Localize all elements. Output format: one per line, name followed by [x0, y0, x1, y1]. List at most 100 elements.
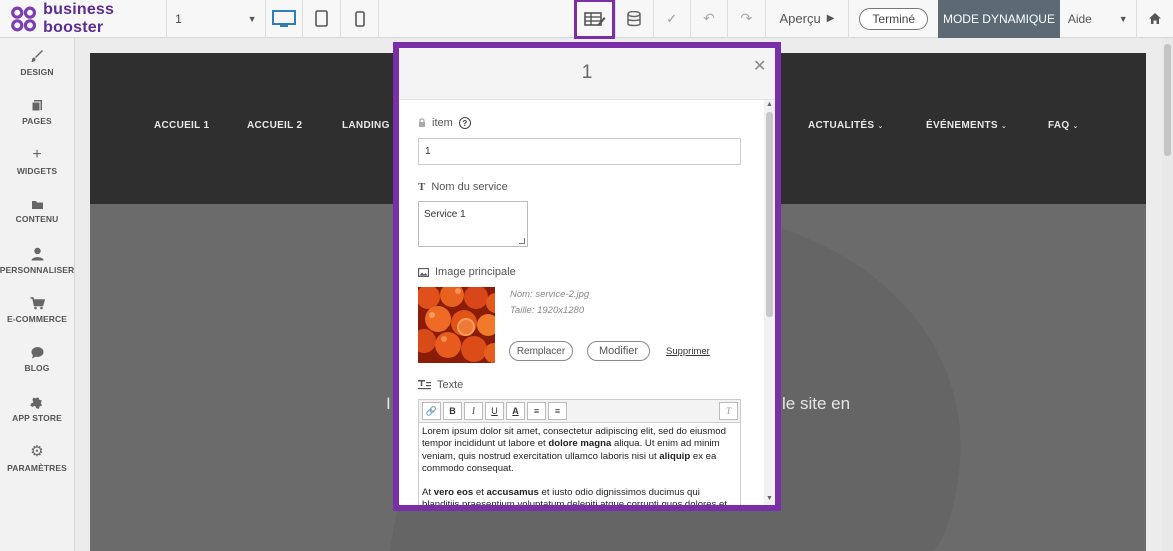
edit-collection-button[interactable] — [573, 0, 616, 39]
puzzle-icon — [30, 397, 42, 410]
close-icon[interactable]: ✕ — [753, 56, 766, 76]
link-button[interactable]: 🔗 — [422, 402, 441, 420]
bold-button[interactable]: B — [443, 402, 462, 420]
image-thumbnail — [418, 287, 495, 363]
sidebar-item-parametres[interactable]: ⚙ PARAMÈTRES — [0, 434, 74, 484]
help-label: Aide — [1067, 11, 1092, 26]
text-label: Texte — [437, 379, 464, 391]
page-select[interactable]: 1 ▼ — [167, 0, 266, 38]
nav-label: FAQ — [1048, 120, 1070, 131]
redo-button[interactable]: ↷ — [727, 0, 764, 38]
item-label: item — [432, 117, 453, 129]
item-field-label: item ? — [418, 117, 471, 129]
text-type-icon: T — [418, 181, 426, 193]
check-icon: ✓ — [666, 10, 678, 26]
home-button[interactable] — [1137, 0, 1173, 38]
service-label: Nom du service — [431, 181, 508, 193]
desktop-view-button[interactable] — [266, 0, 303, 38]
user-icon — [31, 247, 43, 261]
modal-header: 1 ✕ — [399, 48, 775, 100]
editor-toolbar: 🔗 B I U A ≡ ≡ T — [418, 399, 741, 423]
item-input[interactable]: 1 — [418, 138, 741, 165]
database-button[interactable] — [615, 0, 652, 38]
help-dropdown[interactable]: Aide ▼ — [1060, 0, 1137, 38]
resize-grip-icon[interactable] — [519, 238, 525, 244]
sidebar-label: DESIGN — [20, 66, 54, 77]
redo-icon: ↷ — [740, 10, 753, 26]
chevron-down-icon: ▼ — [1118, 13, 1128, 24]
service-name-textarea[interactable]: Service 1 — [418, 201, 528, 247]
sidebar-label: PERSONNALISER — [0, 264, 75, 275]
play-icon: ▶ — [826, 13, 835, 24]
italic-button[interactable]: I — [464, 402, 483, 420]
editor-paragraph: Lorem ipsum dolor sit amet, consectetur … — [422, 426, 737, 475]
mobile-view-button[interactable] — [341, 0, 380, 38]
sidebar-item-design[interactable]: DESIGN — [0, 38, 74, 88]
sidebar-label: E-COMMERCE — [6, 313, 68, 324]
nav-label: ÉVÉNEMENTS — [926, 120, 998, 131]
service-value: Service 1 — [424, 209, 466, 220]
text-color-button[interactable]: A — [506, 402, 525, 420]
undo-button[interactable]: ↶ — [689, 0, 727, 38]
scrollbar-thumb[interactable] — [1164, 44, 1171, 156]
nav-item-accueil-1[interactable]: ACCUEIL 1 — [154, 120, 209, 131]
hero-text-left: I — [386, 394, 391, 413]
preview-button[interactable]: Aperçu ▶ — [764, 0, 850, 38]
sidebar-label: WIDGETS — [16, 165, 58, 176]
tablet-view-button[interactable] — [303, 0, 342, 38]
sidebar-item-widgets[interactable]: + WIDGETS — [0, 137, 74, 187]
page-scrollbar[interactable] — [1162, 38, 1173, 551]
nav-item-evenements[interactable]: ÉVÉNEMENTS ⌄ — [926, 120, 1007, 131]
undo-icon: ↶ — [703, 10, 715, 26]
sidebar-label: CONTENU — [15, 213, 59, 224]
modify-image-button[interactable]: Modifier — [587, 341, 650, 361]
bold-run: dolore magna — [548, 438, 612, 450]
oranges-image — [418, 287, 495, 363]
logo-text: business booster — [43, 0, 115, 36]
scroll-down-icon[interactable]: ▼ — [766, 495, 773, 502]
gear-icon: ⚙ — [30, 442, 44, 460]
scroll-up-icon[interactable]: ▲ — [766, 101, 773, 108]
clear-format-button[interactable]: T — [719, 402, 738, 420]
preview-label: Aperçu — [779, 11, 821, 26]
chevron-down-icon: ⌄ — [1072, 123, 1079, 130]
home-icon — [1148, 13, 1161, 24]
sidebar-item-pages[interactable]: PAGES — [0, 88, 74, 138]
pages-icon — [31, 99, 42, 112]
sidebar-item-contenu[interactable]: CONTENU — [0, 187, 74, 237]
validate-button[interactable]: ✓ — [652, 0, 690, 38]
modal-scrollbar-thumb[interactable] — [766, 112, 773, 317]
logo-icon — [11, 6, 37, 31]
sidebar-item-app-store[interactable]: APP STORE — [0, 385, 74, 435]
dynamic-mode-button[interactable]: MODE DYNAMIQUE — [938, 0, 1060, 38]
underline-button[interactable]: U — [485, 402, 504, 420]
nav-item-landing[interactable]: LANDING P — [342, 120, 400, 131]
done-button[interactable]: Terminé — [859, 7, 929, 30]
edit-table-icon — [583, 11, 606, 26]
hero-text-right: le site en — [782, 394, 851, 413]
tablet-icon — [315, 10, 328, 27]
bold-run: aliquip — [659, 450, 691, 462]
bullet-list-button[interactable]: ≡ — [527, 402, 546, 420]
sidebar-item-blog[interactable]: BLOG — [0, 335, 74, 385]
help-circle-icon[interactable]: ? — [458, 117, 471, 129]
nav-item-faq[interactable]: FAQ ⌄ — [1048, 120, 1079, 131]
modal-title: 1 — [581, 62, 593, 83]
numbered-list-button[interactable]: ≡ — [548, 402, 567, 420]
modal-scrollbar[interactable]: ▲ ▼ — [764, 100, 775, 505]
editor-paragraph: At vero eos et accusamus et iusto odio d… — [422, 487, 737, 505]
replace-image-button[interactable]: Remplacer — [509, 341, 573, 361]
delete-image-link[interactable]: Supprimer — [666, 346, 710, 357]
sidebar-item-personnaliser[interactable]: PERSONNALISER — [0, 236, 74, 286]
plus-icon: + — [32, 145, 42, 163]
image-label: Image principale — [435, 266, 516, 278]
nav-item-accueil-2[interactable]: ACCUEIL 2 — [247, 120, 302, 131]
sidebar-label: APP STORE — [12, 413, 62, 424]
logo[interactable]: business booster — [0, 0, 168, 38]
chevron-down-icon: ⌄ — [1001, 123, 1008, 130]
rich-text-editor[interactable]: Lorem ipsum dolor sit amet, consectetur … — [418, 423, 741, 505]
chevron-down-icon: ⌄ — [877, 123, 884, 130]
nav-item-actualites[interactable]: ACTUALITÉS ⌄ — [808, 120, 884, 131]
sidebar-item-ecommerce[interactable]: E-COMMERCE — [0, 286, 74, 336]
